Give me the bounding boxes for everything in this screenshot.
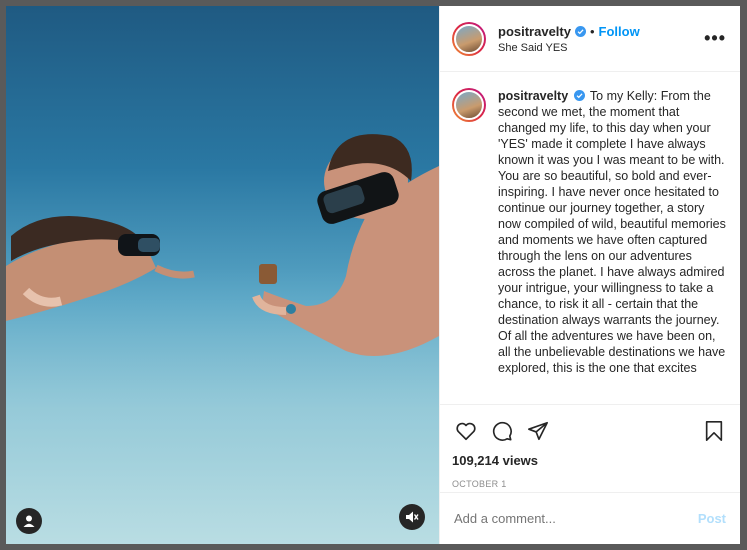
verified-icon	[574, 25, 586, 37]
caption: positravelty To my Kelly: From the secon…	[498, 88, 728, 404]
heart-icon[interactable]	[452, 417, 480, 445]
post-header: positravelty • Follow She Said YES •••	[440, 6, 740, 72]
verified-icon	[573, 90, 585, 101]
post-date[interactable]: OCTOBER 1	[452, 479, 728, 489]
underwater-scene	[6, 134, 439, 544]
comment-icon[interactable]	[488, 417, 516, 445]
avatar[interactable]	[452, 21, 486, 56]
location-link[interactable]: She Said YES	[498, 42, 704, 54]
user-tag-icon[interactable]	[16, 508, 42, 534]
bookmark-icon[interactable]	[700, 417, 728, 445]
caption-avatar[interactable]	[452, 88, 486, 122]
caption-text: To my Kelly: From the second we met, the…	[498, 89, 726, 375]
comment-bar: Post	[440, 492, 740, 544]
caption-area: positravelty To my Kelly: From the secon…	[440, 72, 740, 404]
caption-username[interactable]: positravelty	[498, 89, 568, 103]
post-panel: positravelty • Follow She Said YES ••• p…	[439, 6, 740, 544]
view-count[interactable]: 109,214 views	[452, 453, 728, 468]
follow-button[interactable]: Follow	[599, 24, 640, 39]
post-video[interactable]	[6, 6, 439, 544]
more-options-icon[interactable]: •••	[704, 28, 726, 49]
separator-dot: •	[589, 23, 595, 39]
share-icon[interactable]	[524, 417, 552, 445]
actions-section: 109,214 views OCTOBER 1	[440, 404, 740, 492]
post-modal: positravelty • Follow She Said YES ••• p…	[6, 6, 740, 544]
username[interactable]: positravelty	[498, 24, 571, 39]
comment-input[interactable]	[454, 511, 698, 526]
post-button[interactable]: Post	[698, 511, 726, 526]
mute-icon[interactable]	[399, 504, 425, 530]
